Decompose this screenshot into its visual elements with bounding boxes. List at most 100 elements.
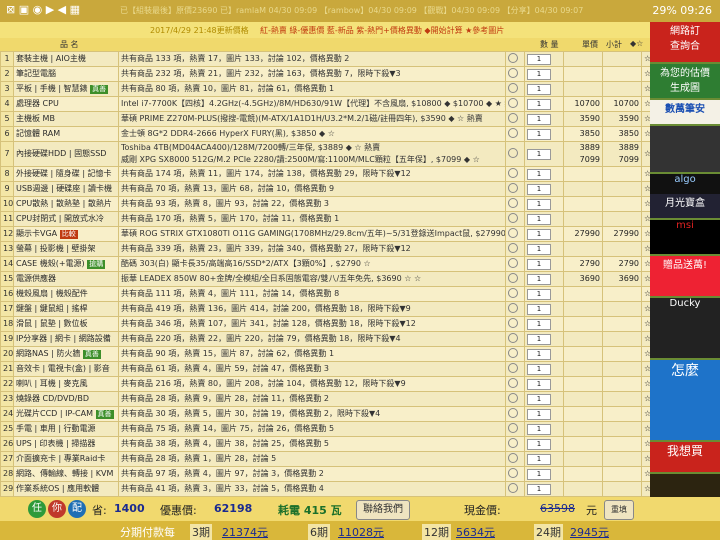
quantity-select[interactable]: 1 (524, 196, 564, 212)
category-label[interactable]: 筆記型電腦 (16, 69, 56, 78)
search-icon[interactable] (505, 111, 525, 127)
search-icon[interactable] (505, 346, 525, 362)
category-cell[interactable]: 顯示卡VGA 比較 (13, 226, 119, 242)
item-select[interactable]: 共有商品 220 項，熱賣 22，圖片 220，討論 79，價格異動 18，限時… (118, 331, 506, 347)
ad-game[interactable] (650, 474, 720, 497)
item-desc[interactable]: 共有商品 28 項，熱賣 1，圖片 28，討論 5 (121, 454, 276, 463)
quantity-select[interactable]: 1 (524, 346, 564, 362)
category-cell[interactable]: 電源供應器 (13, 271, 119, 287)
category-label[interactable]: 螢幕 | 投影機 | 壁掛架 (16, 244, 96, 253)
qty-box[interactable]: 1 (527, 319, 551, 330)
qty-box[interactable]: 1 (527, 274, 551, 285)
item-select[interactable]: 共有商品 97 項，熱賣 4，圖片 97，討論 3，價格異動 2 (118, 466, 506, 482)
search-icon[interactable] (505, 141, 525, 167)
search-icon[interactable] (505, 391, 525, 407)
qty-box[interactable]: 1 (527, 439, 551, 450)
search-icon[interactable] (505, 81, 525, 97)
quantity-select[interactable]: 1 (524, 301, 564, 317)
category-label[interactable]: 記憶體 RAM (16, 129, 60, 138)
item-desc[interactable]: 共有商品 216 項，熱賣 80，圖片 208，討論 104，價格異動 12，限… (121, 379, 406, 388)
category-label[interactable]: 機殼風扇 | 機殼配件 (16, 289, 88, 298)
category-cell[interactable]: UPS | 印表機 | 掃描器 (13, 436, 119, 452)
search-icon[interactable] (505, 481, 525, 497)
item-select[interactable]: 共有商品 170 項，熱賣 5，圖片 170，討論 11，價格異動 1 (118, 211, 506, 227)
ad-online-order[interactable]: 網路訂 查詢合 (650, 22, 720, 62)
item-desc[interactable]: 振華 LEADEX 850W 80+金牌/全模組/全日系固態電容/雙八/五年免先… (121, 274, 421, 283)
compare-tag[interactable]: 比較 (59, 230, 78, 239)
quantity-select[interactable]: 1 (524, 376, 564, 392)
ad-generate-image[interactable]: 為您的估價 生成圖 (650, 64, 720, 98)
category-cell[interactable]: 螢幕 | 投影機 | 壁掛架 (13, 241, 119, 257)
item-select[interactable]: 華碩 PRIME Z270M-PLUS(撥搜-電競)(M-ATX/1A1D1H/… (118, 111, 506, 127)
qty-box[interactable]: 1 (527, 214, 551, 225)
category-label[interactable]: 燒錄器 CD/DVD/BD (16, 394, 89, 403)
item-select[interactable]: 金士頓 8G*2 DDR4-2666 HyperX FURY(黑), $3850… (118, 126, 506, 142)
category-label[interactable]: 內接硬碟HDD | 固態SSD (16, 149, 106, 158)
item-select[interactable]: 華碩 ROG STRIX GTX1080TI O11G GAMING(1708M… (118, 226, 506, 242)
category-label[interactable]: CPU散熱 | 散熱墊 | 散熱片 (16, 199, 112, 208)
category-label[interactable]: 喇叭 | 耳機 | 麥克風 (16, 379, 88, 388)
item-desc[interactable]: 共有商品 174 項，熱賣 11，圖片 174，討論 138，價格異動 29，限… (121, 169, 411, 178)
qty-box[interactable]: 1 (527, 379, 551, 390)
qty-box[interactable]: 1 (527, 229, 551, 240)
qty-box[interactable]: 1 (527, 454, 551, 465)
category-label[interactable]: CASE 機殼(+電源) (16, 259, 85, 268)
category-label[interactable]: 平板 | 手機 | 智慧錶 (16, 84, 88, 93)
qty-box[interactable]: 1 (527, 469, 551, 480)
item-desc[interactable]: Intel i7-7700K【四核】4.2GHz(-4.5GHz)/8M/HD6… (121, 99, 505, 108)
reset-button[interactable]: 重填 (604, 500, 634, 520)
qty-box[interactable]: 1 (527, 149, 551, 160)
category-cell[interactable]: 機殼風扇 | 機殼配件 (13, 286, 119, 302)
category-cell[interactable]: 主機板 MB (13, 111, 119, 127)
category-cell[interactable]: CPU散熱 | 散熱墊 | 散熱片 (13, 196, 119, 212)
category-label[interactable]: 滑鼠 | 鼠墊 | 數位板 (16, 319, 88, 328)
category-label[interactable]: IP分享器 | 網卡 | 網路設備 (16, 334, 111, 343)
ad-algo[interactable]: algo (650, 174, 720, 194)
quantity-select[interactable]: 1 (524, 126, 564, 142)
category-cell[interactable]: 外接硬碟 | 隨身碟 | 記憶卡 (13, 166, 119, 182)
search-icon[interactable] (505, 406, 525, 422)
ad-how[interactable]: 怎麼 (650, 360, 720, 440)
search-icon[interactable] (505, 166, 525, 182)
item-select[interactable]: Intel i7-7700K【四核】4.2GHz(-4.5GHz)/8M/HD6… (118, 96, 506, 112)
category-cell[interactable]: 介面擴充卡 | 專業Raid卡 (13, 451, 119, 467)
item-select[interactable]: 共有商品 30 項，熱賣 5，圖片 30，討論 19，價格異動 2，限時下殺▼4 (118, 406, 506, 422)
item-select[interactable]: 共有商品 28 項，熱賣 9，圖片 28，討論 11，價格異動 2 (118, 391, 506, 407)
search-icon[interactable] (505, 466, 525, 482)
item-desc[interactable]: 共有商品 339 項，熱賣 23，圖片 339，討論 340，價格異動 27，限… (121, 244, 411, 253)
search-icon[interactable] (505, 451, 525, 467)
category-label[interactable]: 外接硬碟 | 隨身碟 | 記憶卡 (16, 169, 112, 178)
category-cell[interactable]: 記憶體 RAM (13, 126, 119, 142)
search-icon[interactable] (505, 96, 525, 112)
category-cell[interactable]: 燒錄器 CD/DVD/BD (13, 391, 119, 407)
quantity-select[interactable]: 1 (524, 141, 564, 167)
qty-box[interactable]: 1 (527, 199, 551, 210)
qty-box[interactable]: 1 (527, 184, 551, 195)
quantity-select[interactable]: 1 (524, 421, 564, 437)
item-desc[interactable]: 共有商品 97 項，熱賣 4，圖片 97，討論 3，價格異動 2 (121, 469, 324, 478)
category-cell[interactable]: 網路、傳輸線、轉接 | KVM (13, 466, 119, 482)
category-label[interactable]: 處理器 CPU (16, 99, 59, 108)
quantity-select[interactable]: 1 (524, 81, 564, 97)
quantity-select[interactable]: 1 (524, 286, 564, 302)
quantity-select[interactable]: 1 (524, 111, 564, 127)
category-cell[interactable]: 網路NAS | 防火牆 真善 (13, 346, 119, 362)
item-desc[interactable]: 共有商品 75 項，熱賣 14，圖片 75，討論 26，價格異動 5 (121, 424, 334, 433)
qty-box[interactable]: 1 (527, 304, 551, 315)
search-icon[interactable] (505, 181, 525, 197)
search-icon[interactable] (505, 316, 525, 332)
search-icon[interactable] (505, 421, 525, 437)
item-desc[interactable]: 共有商品 70 項，熱賣 13，圖片 68，討論 10，價格異動 9 (121, 184, 334, 193)
item-desc[interactable]: 共有商品 80 項，熱賣 10，圖片 81，討論 61，價格異動 1 (121, 84, 334, 93)
qty-box[interactable]: 1 (527, 244, 551, 255)
category-cell[interactable]: 喇叭 | 耳機 | 麥克風 (13, 376, 119, 392)
item-desc[interactable]: 華碩 PRIME Z270M-PLUS(撥搜-電競)(M-ATX/1A1D1H/… (121, 114, 483, 123)
category-cell[interactable]: CPU封閉式 | 開放式水冷 (13, 211, 119, 227)
item-select[interactable]: 共有商品 419 項，熱賣 136，圖片 414，討論 200，價格異動 18，… (118, 301, 506, 317)
item-desc[interactable]: 共有商品 346 項，熱賣 107，圖片 341，討論 128，價格異動 18，… (121, 319, 416, 328)
category-cell[interactable]: IP分享器 | 網卡 | 網路設備 (13, 331, 119, 347)
item-desc[interactable]: 共有商品 38 項，熱賣 4，圖片 38，討論 25，價格異動 5 (121, 439, 329, 448)
item-desc[interactable]: Toshiba 4TB(MD04ACA400)/128M/7200轉/三年保, … (121, 143, 380, 152)
item-desc[interactable]: 共有商品 133 項，熱賣 17，圖片 133，討論 102，價格異動 2 (121, 54, 349, 63)
item-desc[interactable]: 共有商品 61 項，熱賣 4，圖片 59，討論 47，價格異動 3 (121, 364, 329, 373)
